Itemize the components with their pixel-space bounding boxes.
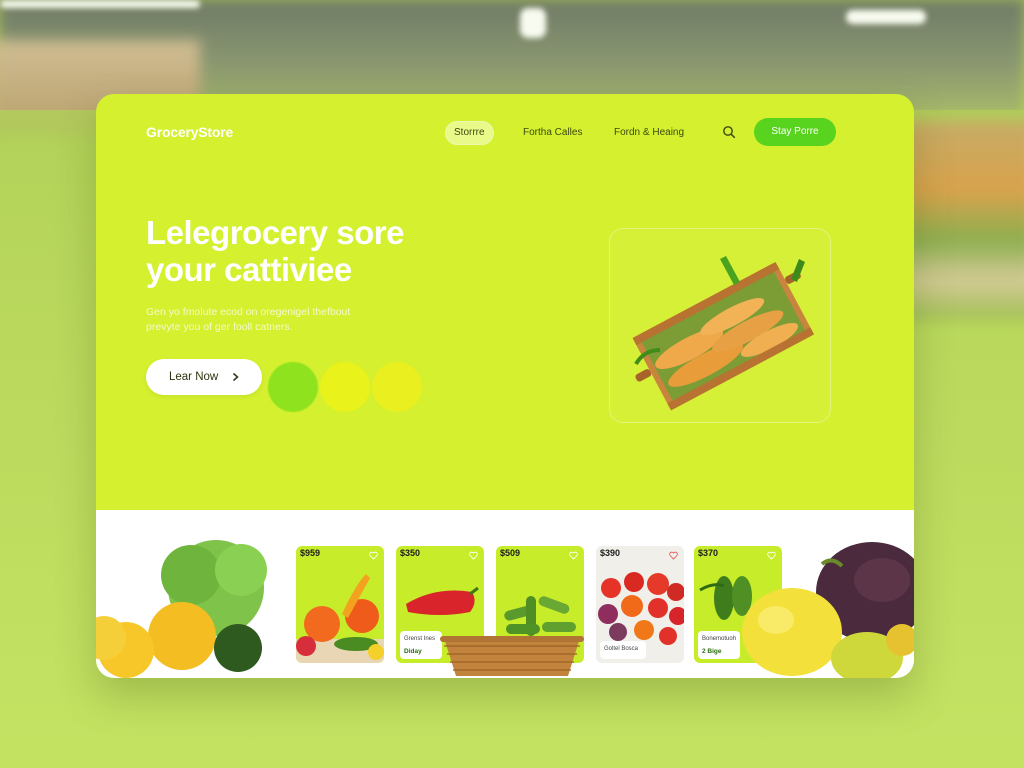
color-dot[interactable] [320, 362, 370, 412]
hero-subtitle: Gen yo fmolute ecod on oregenigel thefbo… [146, 305, 406, 335]
product-price: $370 [698, 548, 719, 558]
nav-item-health[interactable]: Fordn & Heaing [606, 122, 692, 144]
produce-pile-right [742, 542, 914, 678]
heart-icon[interactable] [569, 551, 578, 560]
nav-item-store[interactable]: Storrre [446, 122, 493, 144]
ceiling-light [846, 10, 926, 24]
website-mockup: GroceryStore Storrre Fortha Calles Fordn… [96, 94, 914, 678]
wicker-basket-image [440, 636, 584, 676]
product-card[interactable]: $959 [296, 546, 384, 663]
ceiling-light [520, 8, 546, 38]
chevron-right-icon [233, 372, 239, 382]
product-name: Grenst Ines [404, 636, 436, 642]
product-tag: Goltel Bosca [600, 641, 646, 659]
heart-icon[interactable] [369, 551, 378, 560]
hero-title-line: Lelegrocery sore [146, 214, 404, 251]
heart-icon[interactable] [669, 551, 678, 560]
produce-shelf-right [905, 120, 1024, 320]
heart-icon[interactable] [469, 551, 478, 560]
carrot-crate-image [632, 256, 815, 411]
search-icon[interactable] [721, 124, 737, 140]
product-price: $509 [500, 548, 521, 558]
hero-title-line: your cattiviee [146, 251, 352, 288]
product-price: $350 [400, 548, 421, 558]
product-tag: Grenst Ines Diday [400, 631, 442, 659]
brand-logo[interactable]: GroceryStore [146, 124, 233, 140]
learn-now-label: Lear Now [169, 371, 219, 383]
product-sub: Diday [404, 648, 422, 655]
nav-item-categories[interactable]: Fortha Calles [515, 122, 590, 144]
product-name: Goltel Bosca [604, 646, 639, 652]
top-nav: GroceryStore Storrre Fortha Calles Fordn… [96, 94, 914, 170]
hero-subtitle-line: Gen yo fmolute ecod on oregenigel thefbo… [146, 306, 351, 318]
product-image-veggies [296, 574, 384, 663]
learn-now-button[interactable]: Lear Now [146, 359, 262, 395]
product-price: $390 [600, 548, 621, 558]
product-price: $959 [300, 548, 321, 558]
product-strip: $959 $350 Grenst Ines Diday $509 $390 Go… [96, 510, 914, 678]
ceiling-light [0, 0, 200, 8]
color-dot[interactable] [268, 362, 318, 412]
nav-cta-button[interactable]: Stay Porre [754, 118, 836, 146]
hero-subtitle-line: prevyte you of ger fooll catners. [146, 321, 293, 333]
product-sub: 2 Bige [702, 648, 722, 655]
produce-pile-left [96, 540, 267, 678]
product-card[interactable]: $390 Goltel Bosca [596, 546, 684, 663]
color-dot[interactable] [372, 362, 422, 412]
hero-title: Lelegrocery sore your cattiviee [146, 214, 506, 288]
product-name: Bonemotuoh [702, 636, 737, 642]
